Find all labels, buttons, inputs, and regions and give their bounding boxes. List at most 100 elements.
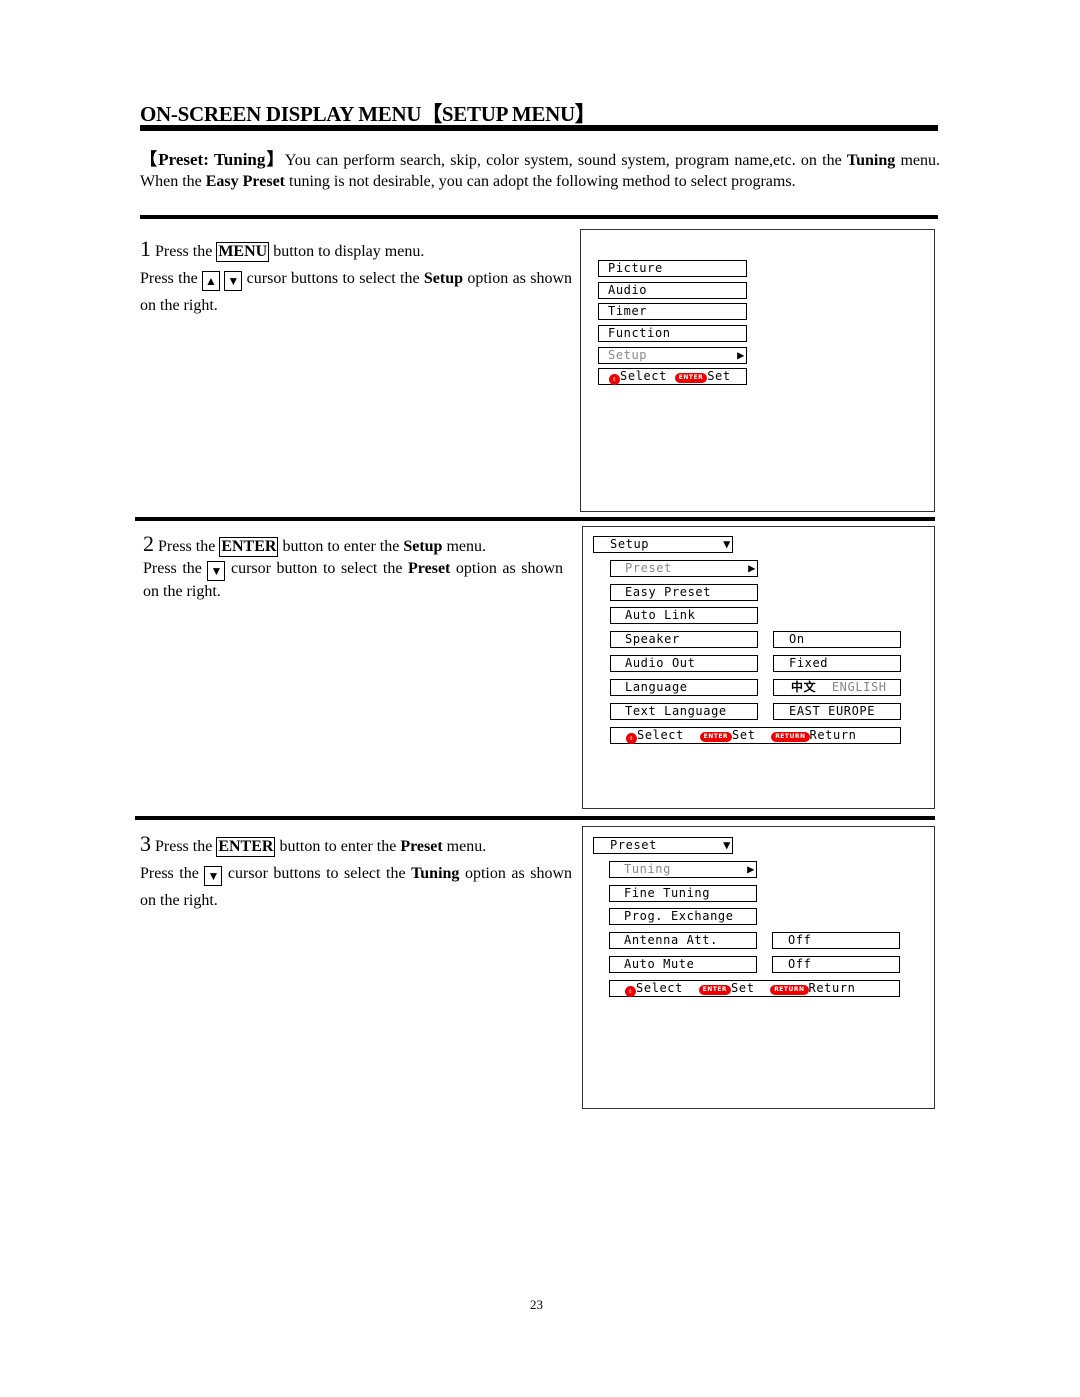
step-text: Press the: [140, 865, 205, 882]
step-text: menu.: [442, 838, 487, 855]
osd-value-antenna-att[interactable]: Off: [772, 932, 900, 949]
updown-icon: ⇕: [626, 733, 637, 744]
section-rule: [140, 215, 938, 219]
enter-pill: ENTER: [674, 373, 708, 383]
osd-item-timer[interactable]: Timer: [598, 303, 747, 320]
step-text: button to display menu.: [269, 243, 425, 260]
step-text: Press the: [154, 538, 220, 555]
footer-set: Set: [707, 369, 731, 383]
language-english: ENGLISH: [831, 680, 887, 694]
intro-bold-easy-preset: Easy Preset: [205, 172, 285, 190]
down-arrow-icon: ▼: [224, 271, 243, 291]
osd-header-label: Setup: [610, 537, 650, 551]
osd-item-preset-selected[interactable]: Preset ▶: [610, 560, 758, 577]
step-text: cursor buttons to select the: [242, 270, 424, 287]
step-number: 1: [140, 236, 151, 261]
osd-screen-3: Preset ▼ Tuning ▶ Fine Tuning Prog. Exchan…: [582, 826, 935, 1109]
footer-return: Return: [808, 981, 856, 995]
osd-item-prog-exchange[interactable]: Prog. Exchange: [609, 908, 757, 925]
footer-set: Set: [731, 981, 755, 995]
footer-select: Select: [636, 981, 683, 995]
osd-item-function[interactable]: Function: [598, 325, 747, 342]
page-number: 23: [530, 1297, 543, 1312]
osd-header-preset: Preset ▼: [593, 837, 733, 854]
osd-item-tuning-selected[interactable]: Tuning ▶: [609, 861, 757, 878]
down-arrow-icon: ▼: [204, 866, 223, 886]
step-text: Press the: [140, 270, 202, 287]
section-rule: [135, 517, 935, 521]
osd-footer: ⇕ Select ENTER Set RETURN Return: [610, 727, 901, 744]
osd-item-label: Tuning: [624, 862, 671, 876]
osd-item-fine-tuning[interactable]: Fine Tuning: [609, 885, 757, 902]
footer-set: Set: [732, 728, 756, 742]
step-text: cursor button to select the: [225, 560, 409, 577]
intro-text: You can perform search, skip, color syst…: [284, 152, 847, 169]
osd-item-auto-mute[interactable]: Auto Mute: [609, 956, 757, 973]
osd-item-picture[interactable]: Picture: [598, 260, 747, 277]
intro-bold-tuning: Tuning: [846, 152, 896, 169]
right-arrow-icon: ▶: [747, 862, 755, 876]
footer-select: Select: [637, 728, 684, 742]
osd-screen-2: Setup ▼ Preset ▶ Easy Preset Auto Link Spe…: [582, 526, 935, 809]
footer-select: Select: [620, 369, 667, 383]
intro-text: tuning is not desirable, you can adopt t…: [285, 172, 796, 190]
osd-item-easy-preset[interactable]: Easy Preset: [610, 584, 758, 601]
step-text: Press the: [143, 560, 208, 577]
intro-paragraph: 【Preset: Tuning】You can perform search, …: [140, 150, 940, 192]
osd-item-label: Preset: [625, 561, 672, 575]
step-bold: Setup: [423, 270, 463, 287]
step-bold: Preset: [400, 838, 443, 855]
step-1: 1 Press the MENU button to display menu.…: [140, 235, 572, 319]
intro-lead: 【Preset: Tuning】: [140, 150, 285, 169]
step-3: 3 Press the ENTER button to enter the Pr…: [140, 830, 572, 914]
osd-header-setup: Setup ▼: [593, 536, 733, 553]
osd-item-text-language[interactable]: Text Language: [610, 703, 758, 720]
up-arrow-icon: ▲: [202, 271, 220, 291]
menu-key: MENU: [216, 242, 270, 262]
osd-value-audio-out[interactable]: Fixed: [773, 655, 901, 672]
osd-item-auto-link[interactable]: Auto Link: [610, 607, 758, 624]
osd-item-setup-selected[interactable]: Setup ▶: [598, 347, 747, 364]
osd-value-text-language[interactable]: EAST EUROPE: [773, 703, 901, 720]
osd-footer: ⇕ Select ENTER Set RETURN Return: [609, 980, 900, 997]
osd-value-language[interactable]: 中文 ENGLISH: [773, 679, 901, 696]
step-text: button to enter the: [275, 838, 401, 855]
osd-screen-1: Picture Audio Timer Function Setup ▶ ⇕ Sel…: [580, 229, 935, 512]
step-bold: Setup: [403, 538, 443, 555]
page-title: ON-SCREEN DISPLAY MENU【SETUP MENU】: [140, 102, 596, 126]
right-arrow-icon: ▶: [748, 561, 756, 575]
osd-header-label: Preset: [610, 838, 657, 852]
down-arrow-icon: ▼: [723, 838, 731, 852]
step-number: 3: [140, 831, 151, 856]
return-pill: RETURN: [770, 985, 809, 995]
down-arrow-icon: ▼: [207, 561, 226, 581]
enter-pill: ENTER: [699, 732, 733, 742]
osd-item-speaker[interactable]: Speaker: [610, 631, 758, 648]
language-chinese: 中文: [791, 680, 817, 694]
osd-value-speaker[interactable]: On: [773, 631, 901, 648]
step-text: Press the: [151, 838, 217, 855]
updown-icon: ⇕: [625, 986, 636, 997]
osd-item-language[interactable]: Language: [610, 679, 758, 696]
osd-footer: ⇕ Select ENTER Set: [598, 368, 747, 385]
osd-item-audio[interactable]: Audio: [598, 282, 747, 299]
step-text: Press the: [151, 243, 217, 260]
down-arrow-icon: ▼: [723, 537, 731, 551]
footer-return: Return: [809, 728, 857, 742]
osd-item-label: Setup: [608, 348, 648, 362]
step-bold: Tuning: [411, 865, 460, 882]
enter-key: ENTER: [219, 537, 279, 557]
osd-value-auto-mute[interactable]: Off: [772, 956, 900, 973]
osd-item-audio-out[interactable]: Audio Out: [610, 655, 758, 672]
step-number: 2: [143, 531, 154, 556]
section-rule: [135, 816, 935, 820]
enter-key: ENTER: [216, 837, 276, 857]
osd-item-antenna-att[interactable]: Antenna Att.: [609, 932, 757, 949]
enter-pill: ENTER: [698, 985, 732, 995]
step-text: cursor buttons to select the: [222, 865, 412, 882]
step-bold: Preset: [408, 560, 451, 577]
step-text: button to enter the: [278, 538, 404, 555]
updown-icon: ⇕: [609, 374, 620, 385]
return-pill: RETURN: [771, 732, 810, 742]
step-text: menu.: [442, 538, 486, 555]
